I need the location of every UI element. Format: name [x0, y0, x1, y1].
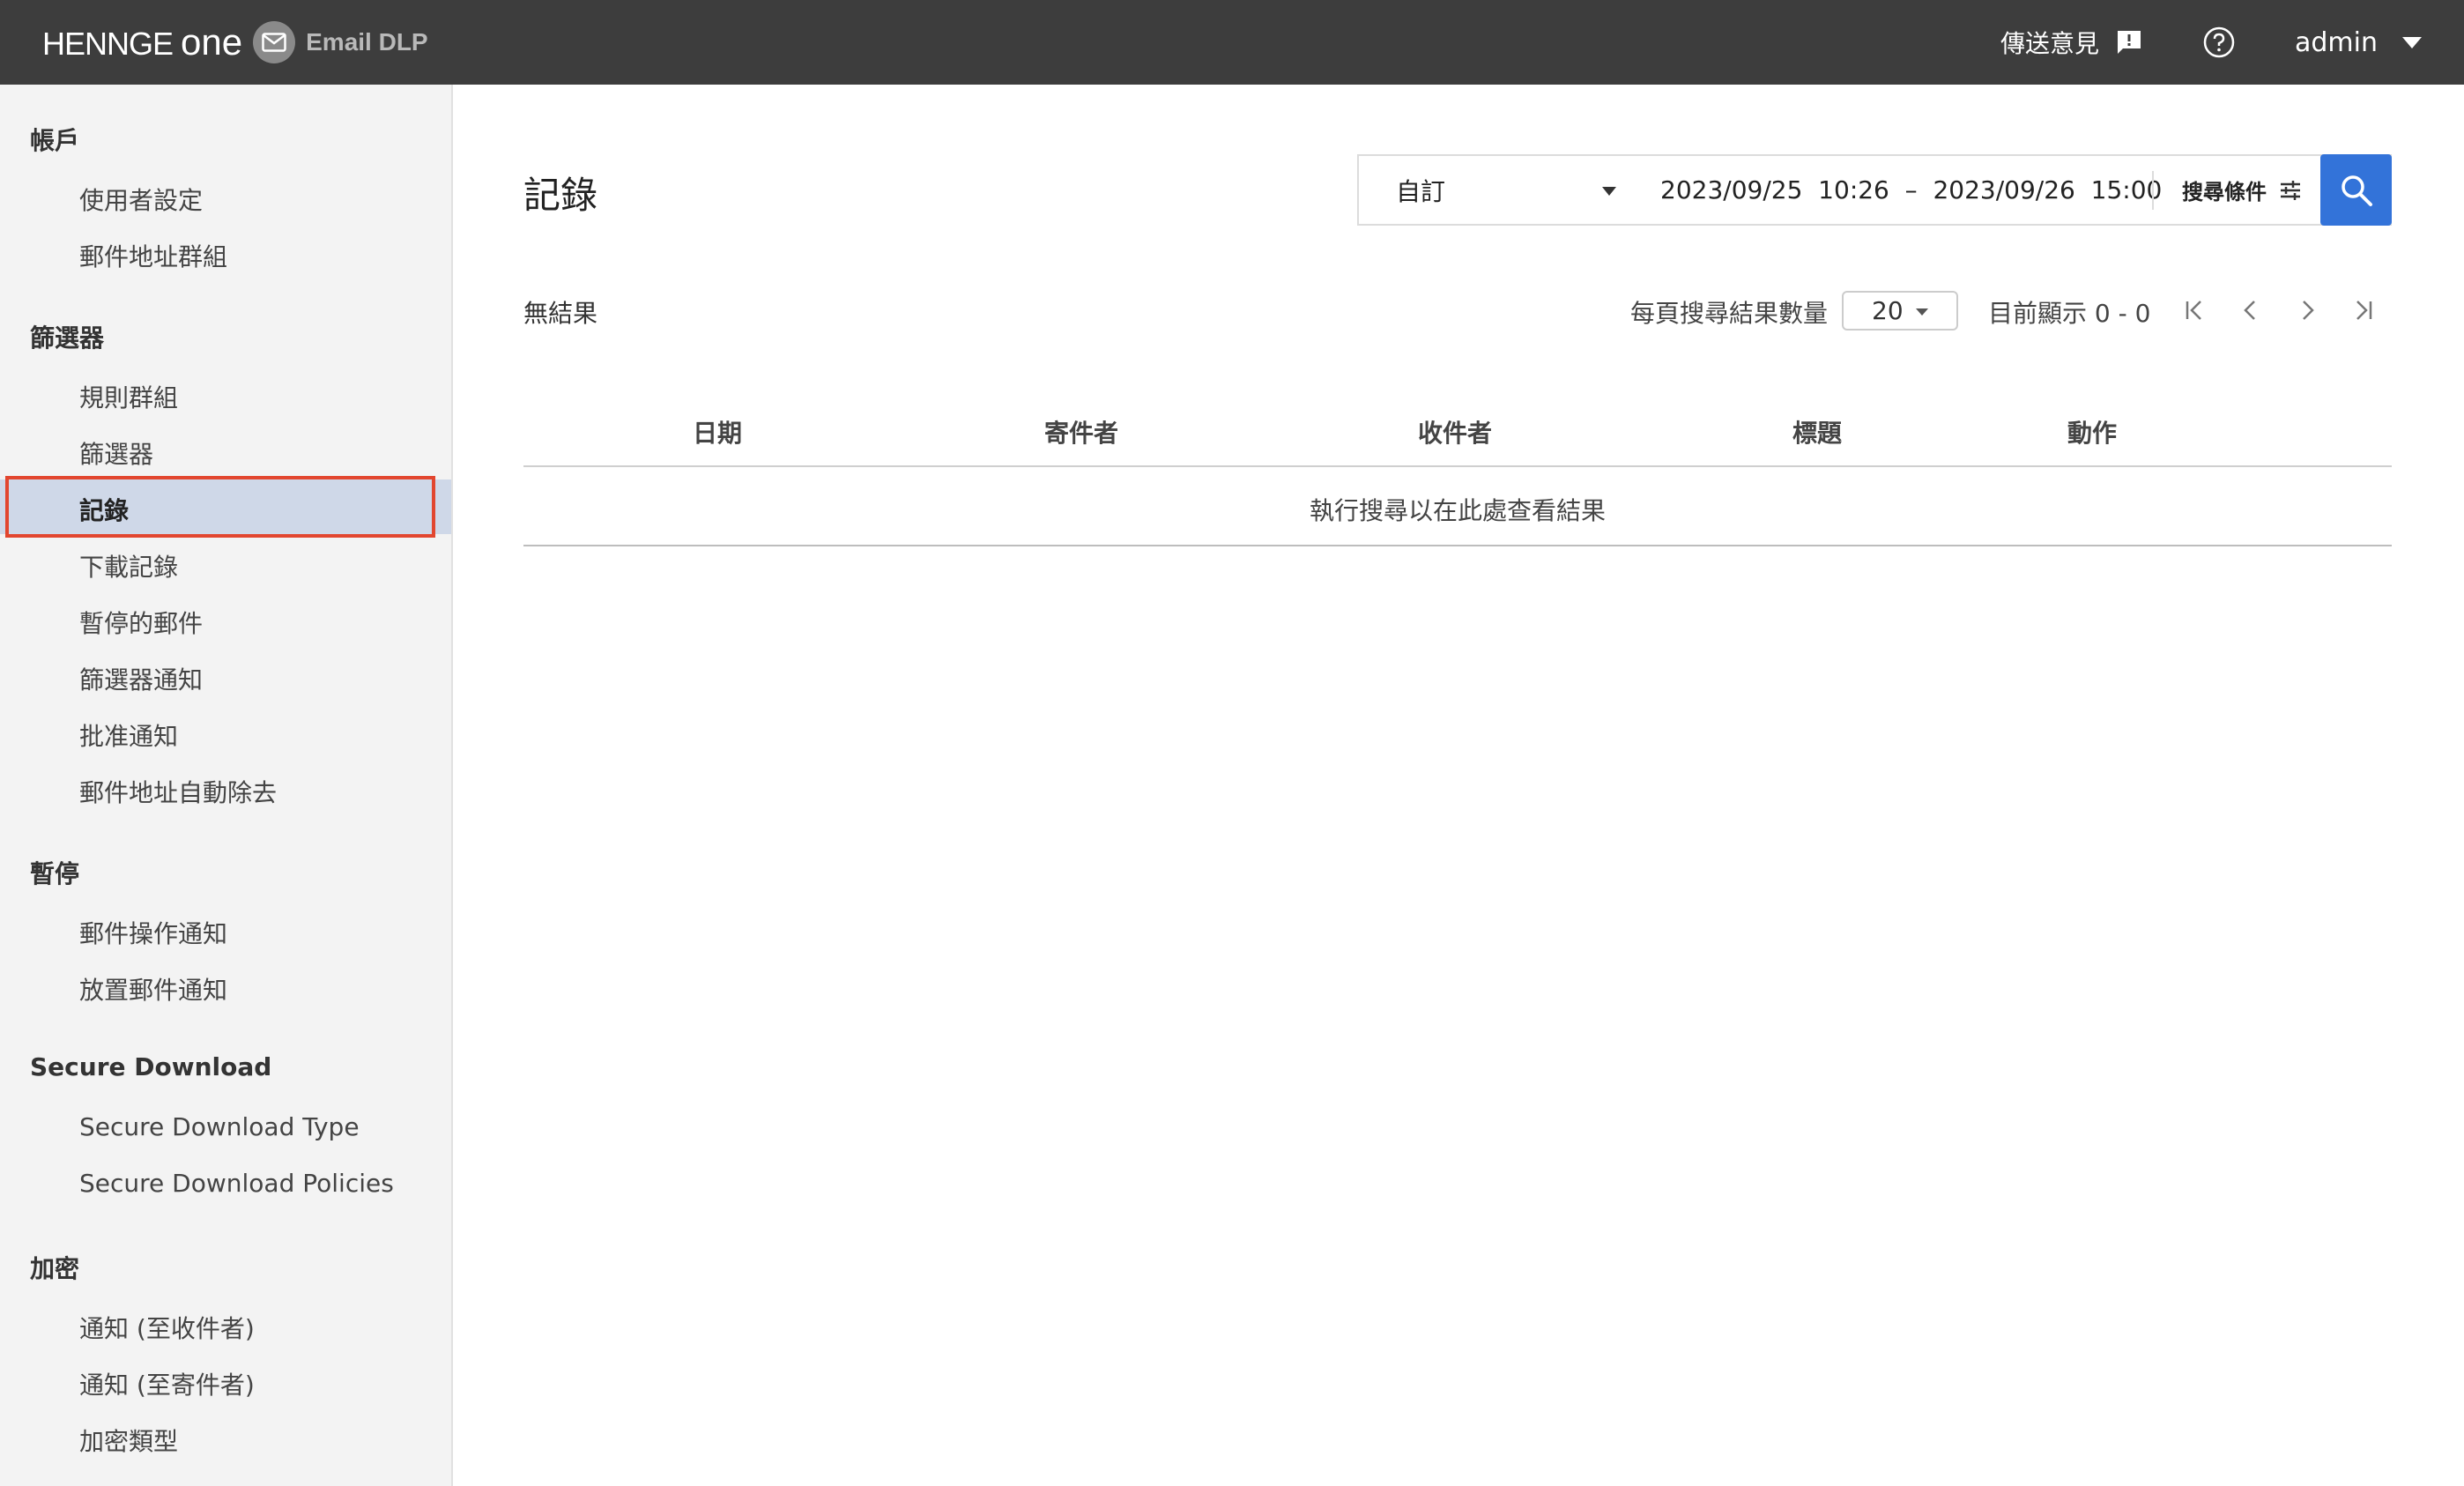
sidebar-item-address-auto-removal[interactable]: 郵件地址自動除去	[79, 774, 277, 809]
brand-name: HENNGE one	[42, 21, 243, 63]
sidebar-item-notify-senders[interactable]: 通知 (至寄件者)	[79, 1366, 255, 1401]
date-range-preset-select[interactable]: 自訂	[1359, 156, 1632, 224]
column-header-recipient[interactable]: 收件者	[1418, 414, 1492, 450]
per-page-label: 每頁搜尋結果數量	[1630, 299, 1829, 328]
sidebar-item-download-logs[interactable]: 下載記錄	[79, 548, 178, 583]
search-filter-bar: 自訂 2023/09/25 10:26 – 2023/09/26 15:00 搜…	[1357, 154, 2392, 226]
feedback-icon	[2115, 28, 2143, 56]
per-page-select[interactable]: 20	[1842, 291, 1958, 331]
column-header-subject[interactable]: 標題	[1792, 414, 1842, 450]
date-range-preset-value: 自訂	[1396, 176, 1446, 206]
search-icon	[2341, 175, 2372, 206]
prev-page-icon	[2244, 301, 2255, 320]
section-filters: 篩選器	[30, 323, 105, 353]
section-encryption: 加密	[30, 1254, 80, 1283]
next-page-icon	[2303, 301, 2314, 320]
results-count-text: 無結果	[523, 299, 598, 328]
user-menu[interactable]: admin	[2295, 23, 2422, 62]
search-criteria-label: 搜尋條件	[2182, 180, 2267, 204]
column-header-sender[interactable]: 寄件者	[1044, 414, 1118, 450]
sidebar-item-rule-groups[interactable]: 規則群組	[79, 379, 178, 414]
column-header-action: 動作	[2067, 419, 2118, 448]
section-secure-download: Secure Download	[30, 1052, 272, 1081]
help-icon[interactable]	[2200, 23, 2238, 62]
sidebar-item-user-settings[interactable]: 使用者設定	[79, 182, 203, 217]
active-item-outline	[5, 476, 435, 538]
first-page-button[interactable]	[2178, 294, 2210, 326]
chevron-down-icon	[1602, 187, 1616, 196]
sidebar-item-filters[interactable]: 篩選器	[79, 435, 153, 471]
next-page-button[interactable]	[2291, 294, 2323, 326]
table-header-divider	[523, 465, 2392, 467]
prev-page-button[interactable]	[2235, 294, 2267, 326]
sidebar-item-logs[interactable]: 記錄	[79, 492, 129, 527]
search-button[interactable]	[2320, 154, 2392, 226]
mail-icon	[253, 21, 296, 63]
sidebar-item-secure-download-type[interactable]: Secure Download Type	[79, 1112, 360, 1141]
last-page-icon	[2356, 301, 2372, 320]
user-name: admin	[2295, 26, 2378, 58]
feedback-label: 傳送意見	[2000, 29, 2100, 58]
page-title: 記錄	[523, 174, 598, 217]
sidebar: 帳戶 使用者設定 郵件地址群組 篩選器 規則群組 篩選器 記錄 下載記錄 暫停的…	[0, 85, 453, 1486]
sidebar-item-held-mail[interactable]: 暫停的郵件	[79, 605, 203, 640]
chevron-down-icon	[1916, 308, 1928, 316]
product-name: Email DLP	[306, 28, 428, 56]
section-hold: 暫停	[30, 859, 80, 888]
feedback-button[interactable]: 傳送意見	[2000, 23, 2143, 62]
sidebar-item-secure-download-policies[interactable]: Secure Download Policies	[79, 1169, 394, 1198]
first-page-icon	[2186, 301, 2201, 320]
last-page-button[interactable]	[2348, 294, 2379, 326]
per-page-value: 20	[1872, 296, 1904, 325]
sidebar-item-encryption-types[interactable]: 加密類型	[79, 1423, 178, 1458]
sidebar-item-filter-notifications[interactable]: 篩選器通知	[79, 661, 203, 696]
table-bottom-divider	[523, 545, 2392, 546]
showing-range-text: 目前顯示 0 - 0	[1988, 299, 2151, 328]
sidebar-item-release-notifications[interactable]: 放置郵件通知	[79, 971, 227, 1007]
table-empty-message: 執行搜尋以在此處查看結果	[1309, 496, 1607, 525]
brand-logo[interactable]: HENNGE one Email DLP	[42, 19, 428, 65]
chevron-down-icon	[2402, 36, 2422, 48]
date-range-field[interactable]: 2023/09/25 10:26 – 2023/09/26 15:00	[1632, 175, 2162, 204]
sidebar-item-address-groups[interactable]: 郵件地址群組	[79, 238, 227, 273]
top-bar: HENNGE one Email DLP 傳送意見 admin	[0, 0, 2464, 85]
column-header-date[interactable]: 日期	[693, 414, 742, 450]
section-account: 帳戶	[30, 126, 80, 155]
sidebar-item-mail-action-notifications[interactable]: 郵件操作通知	[79, 915, 227, 950]
sidebar-item-approval-notifications[interactable]: 批准通知	[79, 717, 178, 753]
sidebar-item-notify-recipients[interactable]: 通知 (至收件者)	[79, 1310, 255, 1345]
filter-settings-icon	[2281, 180, 2300, 200]
